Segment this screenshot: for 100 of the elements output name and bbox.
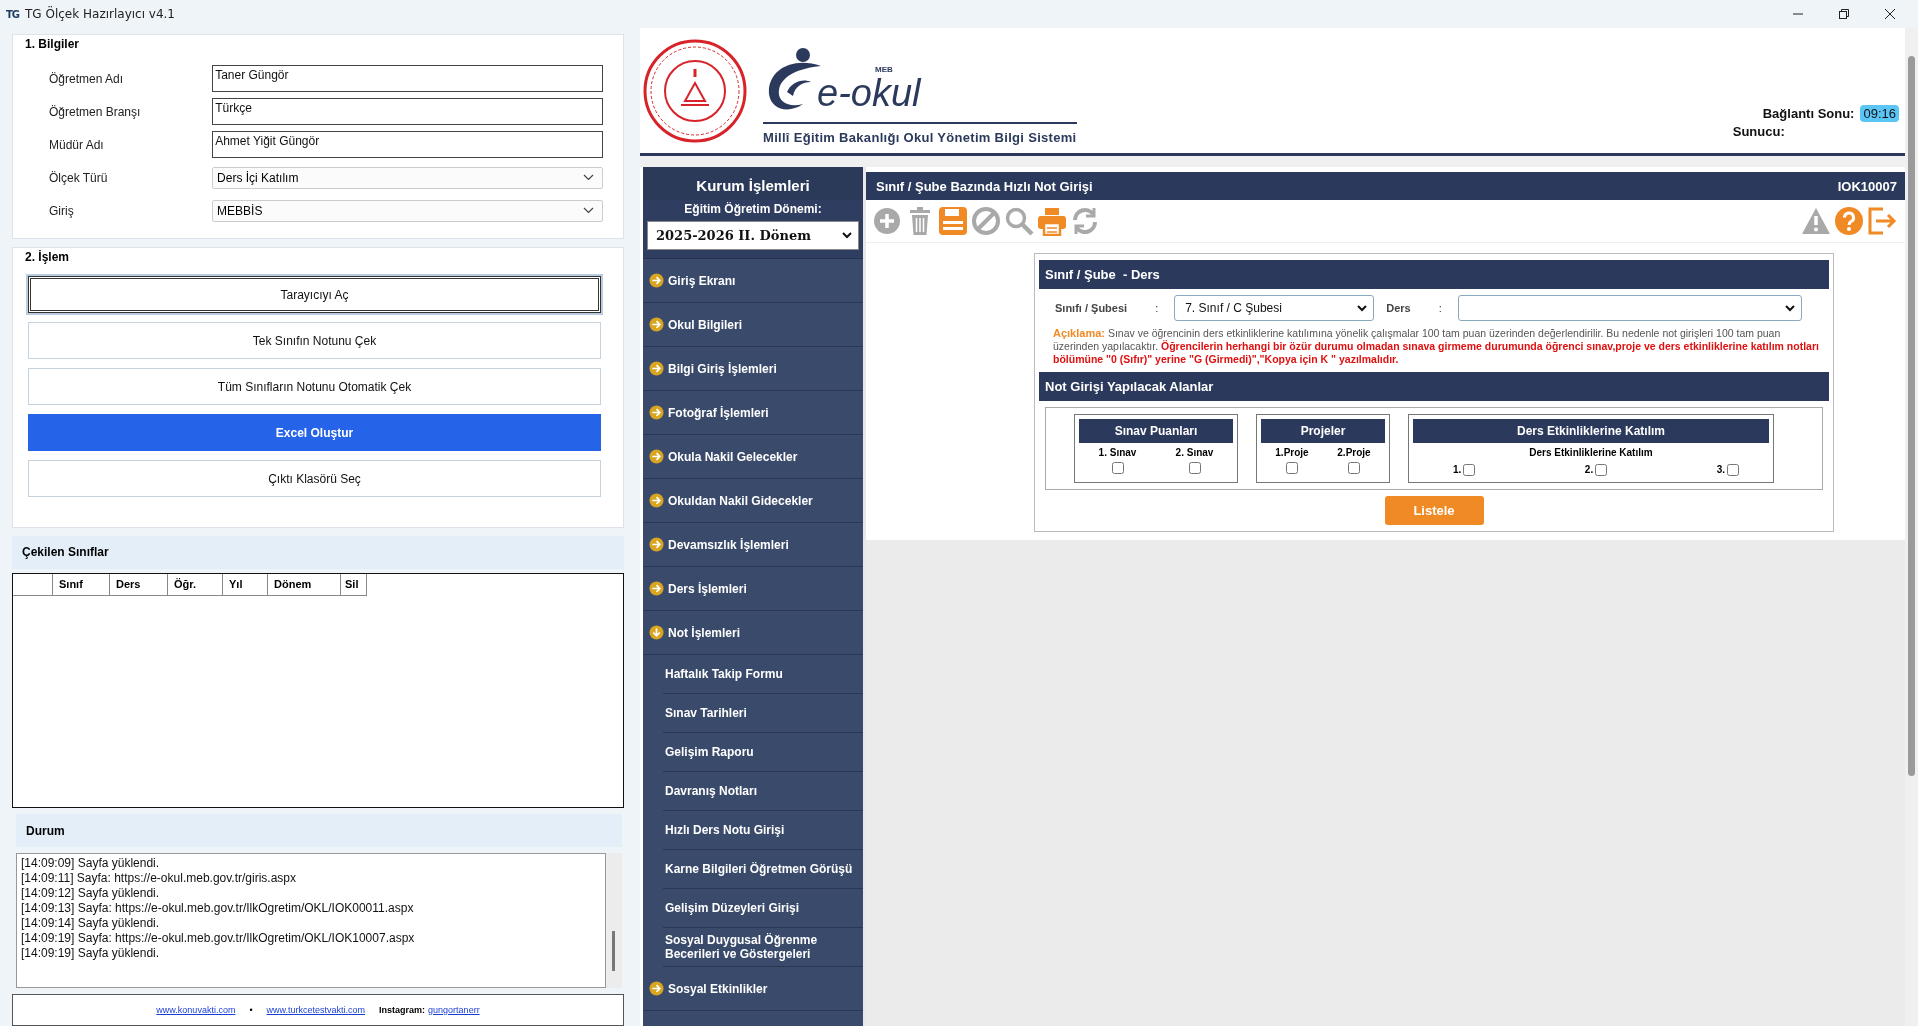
- menu-item[interactable]: Ders İşlemleri: [643, 567, 863, 611]
- close-icon[interactable]: [1884, 8, 1896, 20]
- chevron-icon: [842, 232, 852, 239]
- field-label: Giriş: [48, 203, 75, 218]
- search-icon[interactable]: [1004, 206, 1034, 236]
- warning-icon[interactable]: [1801, 206, 1831, 236]
- field-label: Ölçek Türü: [48, 170, 109, 185]
- option-label: 2.Proje: [1337, 447, 1371, 458]
- menu-item[interactable]: Okuldan Nakil Gidecekler: [643, 479, 863, 523]
- text-field[interactable]: Taner Güngör: [212, 65, 603, 92]
- option-label: 3.: [1716, 463, 1725, 475]
- menu-item[interactable]: Devamsızlık İşlemleri: [643, 523, 863, 567]
- dropdown[interactable]: Ders İçi Katılım: [212, 166, 603, 189]
- plus-circle-icon[interactable]: [872, 206, 902, 236]
- seal-icon: [643, 38, 747, 143]
- connection-label: Bağlantı Sonu:: [1762, 106, 1855, 121]
- chevron-icon: [583, 207, 594, 214]
- term-label: Eğitim Öğretim Dönemi:: [683, 202, 823, 216]
- text-field[interactable]: Türkçe: [212, 98, 603, 125]
- maximize-icon[interactable]: [1838, 8, 1850, 20]
- field-label: Müdür Adı: [48, 137, 105, 152]
- refresh-icon[interactable]: [1070, 206, 1100, 236]
- menu-item[interactable]: Fotoğraf İşlemleri: [643, 391, 863, 435]
- menu-item[interactable]: Sosyal Etkinlikler: [643, 967, 863, 1011]
- section-header: Çekilen Sınıflar: [12, 536, 624, 569]
- checkbox[interactable]: [1727, 464, 1739, 476]
- brand-name: e-okul: [817, 74, 921, 112]
- help-icon[interactable]: [1834, 206, 1864, 236]
- column-header[interactable]: Sil: [341, 573, 367, 595]
- group-header: Projeler: [1261, 419, 1385, 443]
- submenu-item[interactable]: Haftalık Takip Formu: [663, 655, 863, 694]
- chevron-icon: [583, 174, 594, 181]
- checkbox[interactable]: [1595, 464, 1608, 476]
- column-header[interactable]: Sınıf: [53, 573, 110, 595]
- group-subtitle: Ders Etkinliklerine Katılım: [1528, 447, 1654, 458]
- colon-text: :: [1438, 302, 1442, 314]
- checkbox[interactable]: [1286, 462, 1298, 474]
- submenu-item[interactable]: Sosyal Duygusal Öğrenme Becerileri ve Göstergeleri: [663, 928, 863, 967]
- page-title: Sınıf / Şube Bazında Hızlı Not Girişi: [876, 178, 1093, 194]
- group-header: Sınav Puanları: [1079, 419, 1233, 443]
- log-line: [14:09:12] Sayfa yüklendi.: [21, 886, 161, 902]
- log-line: [14:09:09] Sayfa yüklendi.: [21, 856, 161, 872]
- dropdown[interactable]: MEBBİS: [212, 199, 603, 222]
- column-header[interactable]: Öğr.: [168, 573, 223, 595]
- lesson-dropdown[interactable]: [1457, 295, 1802, 321]
- printer-icon[interactable]: [1037, 206, 1067, 236]
- sidebar-title: Kurum İşlemleri: [643, 167, 863, 200]
- menu-item[interactable]: Okula Nakil Gelecekler: [643, 435, 863, 479]
- column-header[interactable]: Ders: [110, 573, 168, 595]
- section-header: Sınıf / Şube - Ders: [1039, 260, 1829, 289]
- submenu-item[interactable]: Hızlı Ders Notu Girişi: [663, 811, 863, 850]
- scrollbar[interactable]: [1905, 28, 1918, 1026]
- action-button[interactable]: Çıktı Klasörü Seç: [28, 460, 601, 497]
- menu-item[interactable]: Not İşlemleri: [643, 611, 863, 655]
- menu-item[interactable]: Bilgi Giriş İşlemleri: [643, 347, 863, 391]
- instagram-link[interactable]: gungortanerr: [428, 1005, 480, 1016]
- menu-item[interactable]: Giriş Ekranı: [643, 259, 863, 303]
- submenu-item[interactable]: Davranış Notları: [663, 772, 863, 811]
- action-button[interactable]: Tüm Sınıfların Notunu Otomatik Çek: [28, 368, 601, 405]
- group-header: Ders Etkinliklerine Katılım: [1413, 419, 1769, 443]
- field-label: Ders: [1386, 302, 1411, 314]
- field-label: Öğretmen Branşı: [48, 104, 142, 119]
- chevron-icon: [1357, 304, 1368, 312]
- submenu-item[interactable]: Gelişim Düzeyleri Girişi: [663, 889, 863, 928]
- checkbox[interactable]: [1463, 464, 1476, 476]
- field-label: Öğretmen Adı: [48, 71, 125, 86]
- app-icon: TG: [6, 8, 20, 20]
- column-header[interactable]: Yıl: [223, 573, 268, 595]
- submenu-item[interactable]: Sınav Tarihleri: [663, 694, 863, 733]
- action-button[interactable]: Tek Sınıfın Notunu Çek: [28, 322, 601, 359]
- option-label: 1. Sınav: [1098, 447, 1137, 458]
- class-dropdown[interactable]: 7. Sınıf / C Şubesi: [1174, 295, 1375, 321]
- checkbox[interactable]: [1348, 462, 1360, 474]
- brand-caption: MEB: [875, 65, 894, 74]
- prohibited-icon[interactable]: [971, 206, 1001, 236]
- explanation-text: Açıklama: Sınav ve öğrencinin ders etkinliklerine katılımına yönelik çalışmalar 100 tam puan üzerinden değerlendirilir. Bu nedenle not girişleri 100 tam puan üzerinden yapılacaktır. Öğrencilerin herhangi bir özür durumu olmadan sınava girmeme durumunda öğrenci sınav,proje ve ders etkinliklerine katılım notları bölümüne "0 (Sıfır)" yerine "G (Girmedi)","Kopya için K " yazılmalıdır.: [1053, 327, 1820, 366]
- option-label: 1.: [1453, 463, 1462, 475]
- submenu-item[interactable]: Gelişim Raporu: [663, 733, 863, 772]
- instagram-label: Instagram:: [379, 1005, 426, 1016]
- scrollbar[interactable]: [606, 853, 622, 989]
- checkbox[interactable]: [1111, 462, 1124, 474]
- website-link[interactable]: www.turkcetestvakti.com: [266, 1005, 366, 1016]
- exit-icon[interactable]: [1867, 206, 1897, 236]
- colon-text: :: [1155, 302, 1159, 314]
- action-button[interactable]: Excel Oluştur: [28, 414, 601, 451]
- server-label: Sunucu:: [1732, 124, 1785, 139]
- option-label: 1.Proje: [1275, 447, 1309, 458]
- text-field[interactable]: Ahmet Yiğit Güngör: [212, 131, 603, 158]
- option-label: 2. Sınav: [1175, 447, 1214, 458]
- separator-dot: •: [249, 1005, 253, 1016]
- website-link[interactable]: www.konuvakti.com: [156, 1005, 236, 1016]
- term-dropdown[interactable]: 2025-2026 II. Dönem: [647, 221, 859, 250]
- log-line: [14:09:14] Sayfa yüklendi.: [21, 916, 161, 932]
- window-title: TG Ölçek Hazırlayıcı v4.1: [25, 7, 175, 21]
- menu-item[interactable]: Okul Bilgileri: [643, 303, 863, 347]
- column-header[interactable]: Dönem: [268, 573, 341, 595]
- checkbox[interactable]: [1188, 462, 1201, 474]
- action-button[interactable]: Tarayıcıyı Aç: [28, 276, 601, 313]
- log-line: [14:09:19] Sayfa: https://e-okul.meb.gov.tr/IlkOgretim/OKL/IOK10007.aspx: [21, 931, 416, 947]
- submenu-item[interactable]: Karne Bilgileri Öğretmen Görüşü: [663, 850, 863, 889]
